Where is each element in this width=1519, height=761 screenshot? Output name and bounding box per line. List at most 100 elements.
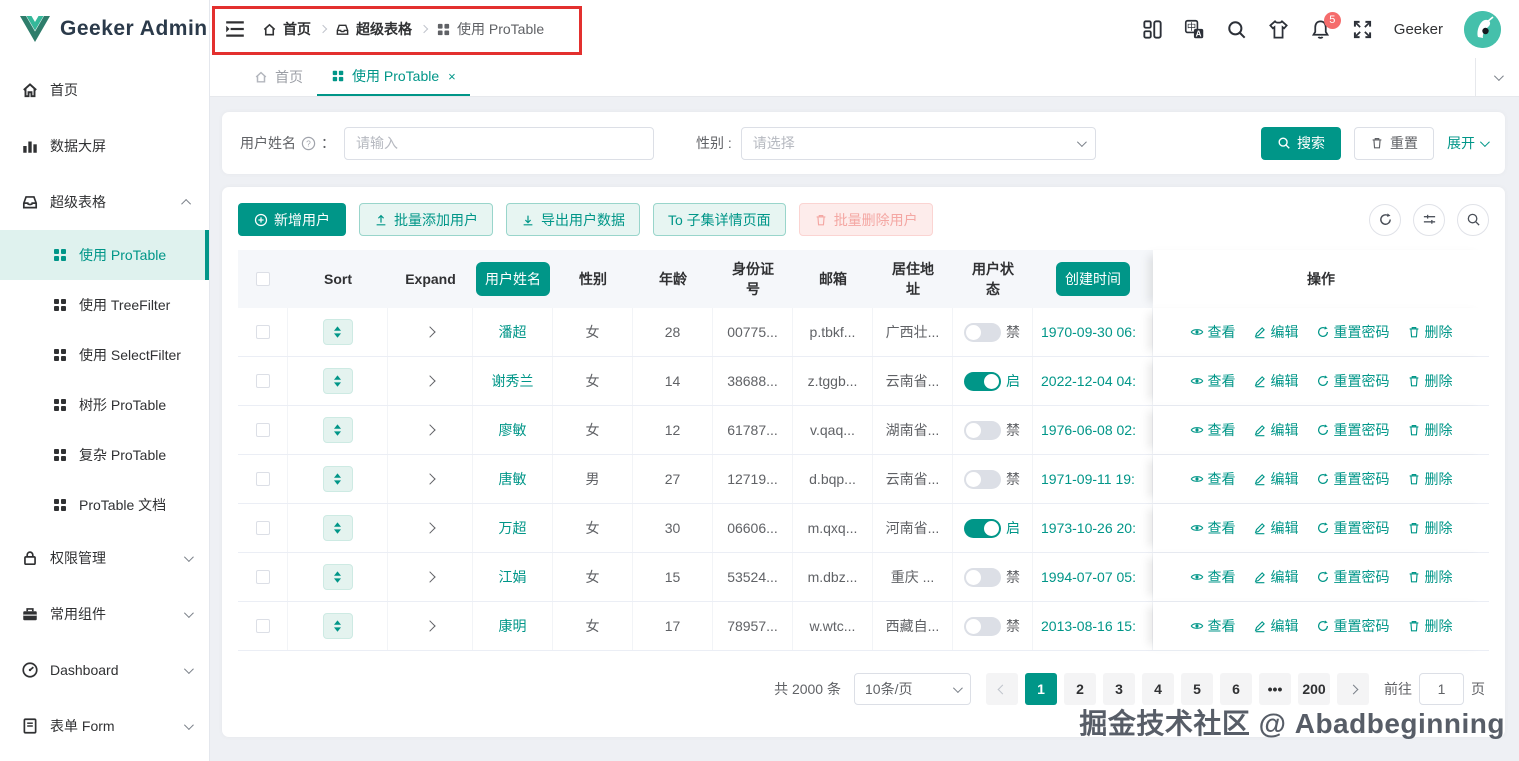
status-toggle[interactable]	[964, 469, 1001, 489]
status-toggle[interactable]	[964, 567, 1001, 587]
batch-add-user-button[interactable]: 批量添加用户	[359, 203, 493, 236]
page-button-1[interactable]: 1	[1025, 673, 1057, 705]
table-search-button[interactable]	[1457, 203, 1489, 236]
sidebar-item-use-selectfilter[interactable]: 使用 SelectFilter	[0, 330, 209, 380]
header-gender[interactable]: 性别	[553, 250, 633, 308]
translate-icon[interactable]: 中A	[1184, 19, 1205, 40]
sidebar-item-use-treefilter[interactable]: 使用 TreeFilter	[0, 280, 209, 330]
username-link[interactable]: 潘超	[499, 322, 527, 342]
delete-link[interactable]: 删除	[1407, 616, 1453, 636]
row-checkbox[interactable]	[255, 521, 270, 535]
header-username[interactable]: 用户姓名	[473, 250, 553, 308]
expand-row-icon[interactable]	[424, 473, 436, 485]
sidebar-item-supertable[interactable]: 超级表格	[0, 174, 209, 230]
page-button-4[interactable]: 4	[1142, 673, 1174, 705]
batch-delete-user-button[interactable]: 批量删除用户	[798, 203, 933, 236]
sidebar-item-home[interactable]: 首页	[0, 62, 209, 118]
header-created[interactable]: 创建时间	[1033, 250, 1153, 308]
sidebar-item-components[interactable]: 常用组件	[0, 586, 209, 642]
status-toggle[interactable]	[964, 371, 1001, 391]
refresh-button[interactable]	[1369, 203, 1401, 236]
sort-handle[interactable]	[322, 613, 353, 639]
name-input[interactable]	[356, 135, 642, 151]
prev-page-button[interactable]	[986, 673, 1018, 705]
sort-handle[interactable]	[322, 466, 353, 492]
search-button[interactable]: 搜索	[1261, 126, 1341, 160]
status-toggle[interactable]	[964, 616, 1001, 636]
header-sort[interactable]: Sort	[288, 250, 388, 308]
export-user-data-button[interactable]: 导出用户数据	[506, 203, 640, 236]
expand-row-icon[interactable]	[424, 571, 436, 583]
reset-password-link[interactable]: 重置密码	[1316, 371, 1390, 391]
edit-link[interactable]: 编辑	[1253, 567, 1299, 587]
view-link[interactable]: 查看	[1190, 420, 1236, 440]
row-checkbox[interactable]	[255, 325, 270, 339]
next-page-button[interactable]	[1337, 673, 1369, 705]
reset-password-link[interactable]: 重置密码	[1316, 518, 1390, 538]
collapse-menu-icon[interactable]	[224, 18, 246, 40]
reset-password-link[interactable]: 重置密码	[1316, 616, 1390, 636]
sort-handle[interactable]	[322, 515, 353, 541]
row-checkbox[interactable]	[255, 570, 270, 584]
tab-dropdown-button[interactable]	[1475, 58, 1519, 96]
sidebar-item-permissions[interactable]: 权限管理	[0, 530, 209, 586]
expand-row-icon[interactable]	[424, 620, 436, 632]
sort-handle[interactable]	[322, 368, 353, 394]
edit-link[interactable]: 编辑	[1253, 420, 1299, 440]
expand-row-icon[interactable]	[424, 375, 436, 387]
page-button-200[interactable]: 200	[1298, 673, 1330, 705]
expand-row-icon[interactable]	[424, 326, 436, 338]
view-link[interactable]: 查看	[1190, 469, 1236, 489]
delete-link[interactable]: 删除	[1407, 469, 1453, 489]
username-link[interactable]: 唐敏	[499, 469, 527, 489]
status-toggle[interactable]	[964, 322, 1001, 342]
sort-handle[interactable]	[322, 417, 353, 443]
sidebar-item-tree-protable[interactable]: 树形 ProTable	[0, 380, 209, 430]
notification-bell[interactable]: 5	[1310, 11, 1341, 40]
page-button-3[interactable]: 3	[1103, 673, 1135, 705]
view-link[interactable]: 查看	[1190, 322, 1236, 342]
edit-link[interactable]: 编辑	[1253, 616, 1299, 636]
theme-tshirt-icon[interactable]	[1268, 19, 1289, 40]
header-email[interactable]: 邮箱	[793, 250, 873, 308]
goto-page-input[interactable]	[1419, 673, 1464, 705]
view-link[interactable]: 查看	[1190, 371, 1236, 391]
header-idnumber[interactable]: 身份证号	[713, 250, 793, 308]
expand-link[interactable]: 展开	[1447, 133, 1490, 153]
sidebar-item-use-protable[interactable]: 使用 ProTable	[0, 230, 209, 280]
search-icon[interactable]	[1226, 19, 1247, 40]
sidebar-item-complex-protable[interactable]: 复杂 ProTable	[0, 430, 209, 480]
delete-link[interactable]: 删除	[1407, 518, 1453, 538]
tab-home[interactable]: 首页	[240, 58, 317, 96]
select-all-checkbox[interactable]	[256, 272, 270, 286]
page-size-select[interactable]: 10条/页	[854, 673, 971, 705]
sidebar-item-dashboard[interactable]: Dashboard	[0, 642, 209, 698]
delete-link[interactable]: 删除	[1407, 420, 1453, 440]
page-button-6[interactable]: 6	[1220, 673, 1252, 705]
reset-password-link[interactable]: 重置密码	[1316, 567, 1390, 587]
sidebar-item-form[interactable]: 表单 Form	[0, 698, 209, 754]
reset-password-link[interactable]: 重置密码	[1316, 322, 1390, 342]
username-label[interactable]: Geeker	[1394, 21, 1443, 38]
edit-link[interactable]: 编辑	[1253, 371, 1299, 391]
view-link[interactable]: 查看	[1190, 518, 1236, 538]
tab-close-icon[interactable]: ×	[448, 69, 456, 84]
add-user-button[interactable]: 新增用户	[238, 203, 346, 236]
edit-link[interactable]: 编辑	[1253, 322, 1299, 342]
delete-link[interactable]: 删除	[1407, 567, 1453, 587]
header-expand[interactable]: Expand	[388, 250, 473, 308]
gender-select[interactable]: 请选择	[740, 126, 1096, 160]
question-circle-icon[interactable]: ?	[301, 136, 316, 151]
reset-password-link[interactable]: 重置密码	[1316, 469, 1390, 489]
sort-handle[interactable]	[322, 564, 353, 590]
expand-row-icon[interactable]	[424, 522, 436, 534]
sidebar-item-datascreen[interactable]: 数据大屏	[0, 118, 209, 174]
row-checkbox[interactable]	[255, 374, 270, 388]
avatar[interactable]	[1464, 10, 1501, 48]
expand-row-icon[interactable]	[424, 424, 436, 436]
page-button-2[interactable]: 2	[1064, 673, 1096, 705]
breadcrumb-current[interactable]: 使用 ProTable	[436, 19, 544, 39]
delete-link[interactable]: 删除	[1407, 371, 1453, 391]
breadcrumb-home[interactable]: 首页	[262, 19, 311, 39]
status-toggle[interactable]	[964, 518, 1001, 538]
